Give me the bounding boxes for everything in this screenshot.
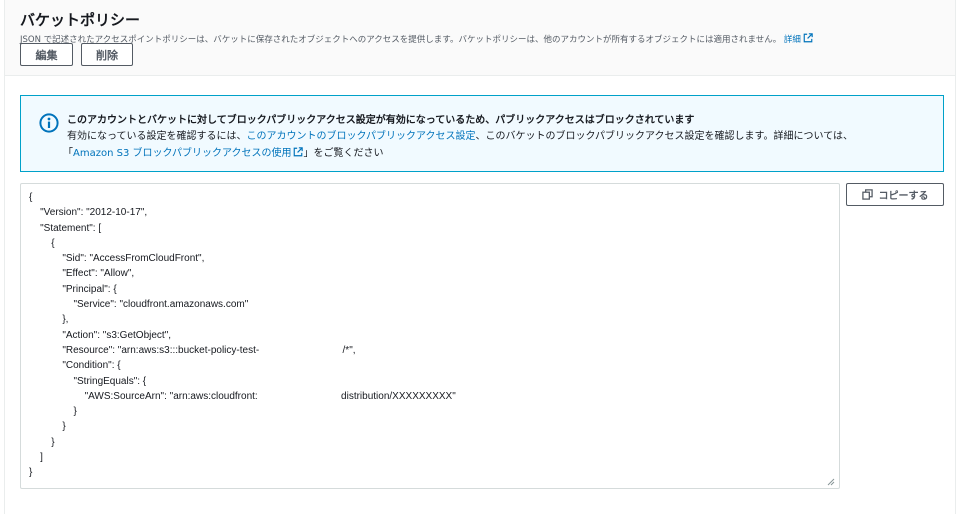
external-link-icon bbox=[803, 33, 813, 43]
alert-message-line: 有効になっている設定を確認するには、このアカウントのブロックパブリックアクセス設… bbox=[67, 127, 853, 142]
panel-description: JSON で記述されたアクセスポイントポリシーは、バケットに保存されたオブジェク… bbox=[20, 33, 813, 45]
alert-message-line: 「Amazon S3 ブロックパブリックアクセスの使用 」をご覧ください bbox=[63, 144, 383, 159]
copy-button-label: コピーする bbox=[878, 191, 929, 202]
alert-title: このアカウントとバケットに対してブロックパブリックアクセス設定が有効になっている… bbox=[67, 115, 695, 126]
info-icon bbox=[39, 113, 59, 133]
edit-button[interactable]: 編集 bbox=[20, 43, 73, 66]
doc-link-label: Amazon S3 ブロックパブリックアクセスの使用 bbox=[73, 148, 292, 159]
alert-text: 有効になっている設定を確認するには、 bbox=[67, 131, 247, 142]
alert-text: 」をご覧ください bbox=[303, 148, 384, 159]
copy-button[interactable]: コピーする bbox=[846, 183, 944, 206]
bucket-policy-panel: バケットポリシー JSON で記述されたアクセスポイントポリシーは、バケットに保… bbox=[4, 0, 956, 514]
account-block-public-access-link[interactable]: このアカウントのブロックパブリックアクセス設定 bbox=[247, 131, 476, 142]
delete-button[interactable]: 削除 bbox=[81, 43, 133, 66]
resize-grip-icon[interactable] bbox=[827, 478, 835, 486]
details-link-label: 詳細 bbox=[783, 35, 801, 45]
alert-text: 「 bbox=[63, 148, 73, 159]
copy-icon bbox=[861, 189, 873, 200]
s3-block-public-access-doc-link[interactable]: Amazon S3 ブロックパブリックアクセスの使用 bbox=[73, 147, 304, 159]
description-text: JSON で記述されたアクセスポイントポリシーは、バケットに保存されたオブジェク… bbox=[20, 35, 782, 45]
external-link-icon bbox=[294, 147, 304, 157]
policy-editor[interactable]: { "Version": "2012-10-17", "Statement": … bbox=[20, 183, 840, 489]
panel-title: バケットポリシー bbox=[20, 11, 141, 29]
alert-text: 、このバケットのブロックパブリックアクセス設定を確認します。詳細については、 bbox=[475, 131, 854, 142]
panel-header: バケットポリシー JSON で記述されたアクセスポイントポリシーは、バケットに保… bbox=[5, 0, 955, 76]
info-alert: このアカウントとバケットに対してブロックパブリックアクセス設定が有効になっている… bbox=[20, 95, 944, 172]
details-link[interactable]: 詳細 bbox=[783, 33, 813, 45]
